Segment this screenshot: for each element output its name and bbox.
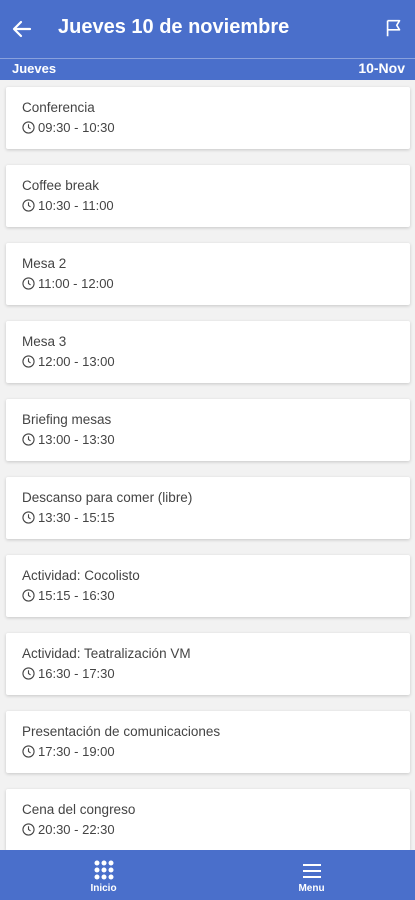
event-card[interactable]: Briefing mesas 13:00 - 13:30 <box>6 399 410 461</box>
event-time: 13:00 - 13:30 <box>38 432 115 447</box>
event-time-row: 20:30 - 22:30 <box>22 822 115 837</box>
event-time-row: 09:30 - 10:30 <box>22 120 115 135</box>
event-time: 10:30 - 11:00 <box>38 198 114 213</box>
event-card[interactable]: Conferencia 09:30 - 10:30 <box>6 87 410 149</box>
event-time: 17:30 - 19:00 <box>38 744 115 759</box>
clock-icon <box>22 277 35 290</box>
nav-menu[interactable]: Menu <box>208 850 415 900</box>
event-time: 15:15 - 16:30 <box>38 588 115 603</box>
flag-icon[interactable] <box>383 17 405 39</box>
event-name: Mesa 2 <box>22 256 67 271</box>
event-time-row: 13:30 - 15:15 <box>22 510 115 525</box>
clock-icon <box>22 823 35 836</box>
event-name: Coffee break <box>22 178 100 193</box>
event-time: 20:30 - 22:30 <box>38 822 115 837</box>
nav-label: Inicio <box>90 883 117 894</box>
event-name: Conferencia <box>22 100 95 115</box>
day-header: Jueves 10-Nov <box>0 58 415 80</box>
clock-icon <box>22 667 35 680</box>
clock-icon <box>22 121 35 134</box>
event-time-row: 16:30 - 17:30 <box>22 666 115 681</box>
app-bar: Jueves 10 de noviembre <box>0 0 415 58</box>
clock-icon <box>22 433 35 446</box>
event-time: 13:30 - 15:15 <box>38 510 115 525</box>
back-arrow-icon[interactable] <box>10 17 34 41</box>
event-time-row: 11:00 - 12:00 <box>22 276 114 291</box>
event-time-row: 15:15 - 16:30 <box>22 588 115 603</box>
bottom-navigation: Inicio Menu <box>0 850 415 900</box>
event-time: 11:00 - 12:00 <box>38 276 114 291</box>
event-card[interactable]: Coffee break 10:30 - 11:00 <box>6 165 410 227</box>
event-time-row: 10:30 - 11:00 <box>22 198 114 213</box>
nav-label: Menu <box>298 883 325 894</box>
clock-icon <box>22 199 35 212</box>
event-time: 09:30 - 10:30 <box>38 120 115 135</box>
event-name: Briefing mesas <box>22 412 112 427</box>
hamburger-menu-icon <box>302 864 321 878</box>
event-card[interactable]: Descanso para comer (libre) 13:30 - 15:1… <box>6 477 410 539</box>
event-list: Conferencia 09:30 - 10:30 Coffee break 1… <box>0 80 415 850</box>
event-name: Presentación de comunicaciones <box>22 724 221 739</box>
day-name: Jueves <box>12 61 57 76</box>
event-card[interactable]: Mesa 3 12:00 - 13:00 <box>6 321 410 383</box>
clock-icon <box>22 511 35 524</box>
event-time: 12:00 - 13:00 <box>38 354 115 369</box>
event-time-row: 17:30 - 19:00 <box>22 744 115 759</box>
clock-icon <box>22 745 35 758</box>
day-date: 10-Nov <box>358 60 405 76</box>
event-time-row: 13:00 - 13:30 <box>22 432 115 447</box>
grid-icon <box>94 860 113 880</box>
event-name: Mesa 3 <box>22 334 67 349</box>
event-card[interactable]: Cena del congreso 20:30 - 22:30 <box>6 789 410 850</box>
event-card[interactable]: Actividad: Teatralización VM 16:30 - 17:… <box>6 633 410 695</box>
event-card[interactable]: Mesa 2 11:00 - 12:00 <box>6 243 410 305</box>
page-title: Jueves 10 de noviembre <box>58 16 290 38</box>
event-name: Cena del congreso <box>22 802 136 817</box>
event-name: Descanso para comer (libre) <box>22 490 193 505</box>
event-name: Actividad: Cocolisto <box>22 568 140 583</box>
clock-icon <box>22 589 35 602</box>
event-time: 16:30 - 17:30 <box>38 666 115 681</box>
event-card[interactable]: Actividad: Cocolisto 15:15 - 16:30 <box>6 555 410 617</box>
nav-inicio[interactable]: Inicio <box>0 850 207 900</box>
clock-icon <box>22 355 35 368</box>
event-card[interactable]: Presentación de comunicaciones 17:30 - 1… <box>6 711 410 773</box>
event-time-row: 12:00 - 13:00 <box>22 354 115 369</box>
event-name: Actividad: Teatralización VM <box>22 646 191 661</box>
